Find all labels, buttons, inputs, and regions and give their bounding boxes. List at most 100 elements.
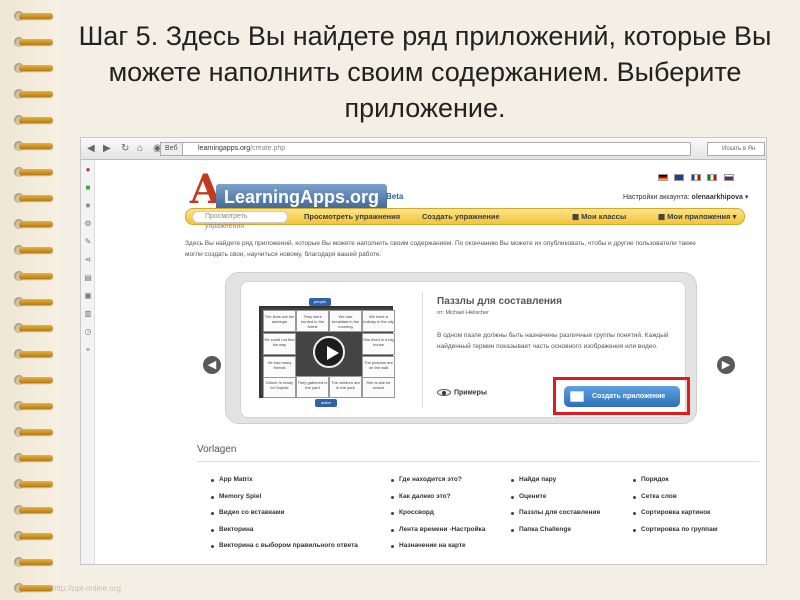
menu-classes-label: Мои классы <box>581 212 627 221</box>
spiral-wire <box>19 455 53 461</box>
template-link[interactable]: Папка Challenge <box>511 522 600 539</box>
menu-browse[interactable]: Просмотреть упражнения <box>304 212 400 221</box>
template-link[interactable]: Как далеко это? <box>391 489 485 506</box>
template-link[interactable]: Паззлы для составления <box>511 505 600 522</box>
url-path: /create.php <box>250 145 286 152</box>
app-icon[interactable]: ● <box>84 166 92 174</box>
create-app-button[interactable]: Создать приложение <box>564 386 680 407</box>
template-link[interactable]: Найди пару <box>511 472 600 489</box>
template-link[interactable]: Кроссворд <box>391 505 485 522</box>
template-link[interactable]: Видео со вставками <box>211 505 358 522</box>
spiral-ring <box>14 476 54 492</box>
spiral-ring <box>14 450 54 466</box>
puzzle-piece[interactable]: They were hunted in the forest <box>296 310 329 332</box>
spiral-wire <box>19 429 53 435</box>
spiral-wire <box>19 117 53 123</box>
carousel-next-button[interactable]: ▶ <box>717 356 735 374</box>
spiral-ring <box>14 398 54 414</box>
spiral-ring <box>14 164 54 180</box>
flag-it-icon[interactable] <box>707 174 718 181</box>
reload-icon[interactable]: ↻ <box>121 143 129 154</box>
edit-icon[interactable]: ✎ <box>84 238 92 246</box>
vorlagen-title: Vorlagen <box>197 444 237 455</box>
image-icon[interactable]: ■ <box>84 184 92 192</box>
share-icon[interactable]: ⋖ <box>84 256 92 264</box>
featured-card: people She is late for school The childre… <box>240 281 690 418</box>
puzzle-preview[interactable]: She is late for school The children are i… <box>259 306 395 398</box>
forward-icon[interactable]: ▶ <box>103 143 111 154</box>
flag-en-icon[interactable] <box>674 174 685 181</box>
template-link[interactable]: Memory Spiel <box>211 489 358 506</box>
gear-icon[interactable]: ⚙ <box>84 220 92 228</box>
menu-create[interactable]: Создать упражнение <box>422 212 500 221</box>
template-link[interactable]: Сортировка картинок <box>633 505 718 522</box>
menu-apps[interactable]: ▦ Мои приложения ▾ <box>658 212 736 221</box>
account-label: Настройки аккаунта: <box>623 194 690 201</box>
template-link[interactable]: Сортировка по группам <box>633 522 718 539</box>
menu-apps-label: Мои приложения <box>667 212 731 221</box>
back-icon[interactable]: ◀ <box>87 143 95 154</box>
spiral-wire <box>19 351 53 357</box>
language-flags <box>656 168 734 186</box>
puzzle-piece[interactable]: He could not find his way <box>263 333 296 355</box>
spiral-ring <box>14 268 54 284</box>
folder-icon[interactable]: ▥ <box>84 310 92 318</box>
puzzle-piece[interactable]: The pictures are on the wall <box>362 356 395 378</box>
spiral-ring <box>14 294 54 310</box>
puzzle-piece[interactable]: We had breakfast in the morning <box>329 310 362 332</box>
template-column-1: App Matrix Memory Spiel Видео со вставка… <box>211 472 358 555</box>
spiral-wire <box>19 299 53 305</box>
puzzle-piece[interactable]: The children are in the park <box>329 376 362 398</box>
template-link[interactable]: Викторина <box>211 522 358 539</box>
spiral-wire <box>19 533 53 539</box>
vorlagen-divider <box>197 461 759 462</box>
intro-text: Здесь Вы найдете ряд приложений, которые… <box>185 240 696 258</box>
url-scheme-chip: Веб <box>160 142 183 156</box>
menu-search-input[interactable]: Просмотреть упражнения <box>192 211 288 230</box>
template-link[interactable]: Оцените <box>511 489 600 506</box>
box-icon[interactable]: ▣ <box>84 292 92 300</box>
spiral-wire <box>19 273 53 279</box>
menu-classes[interactable]: ▦ Мои классы <box>572 212 626 221</box>
carousel-prev-button[interactable]: ◀ <box>203 356 221 374</box>
template-link[interactable]: Назначение на карте <box>391 538 485 555</box>
url-field[interactable]: Веб learningapps.org/create.php <box>160 142 691 156</box>
home-icon[interactable]: ⌂ <box>137 143 143 154</box>
spiral-ring <box>14 86 54 102</box>
template-link[interactable]: Сетка слов <box>633 489 718 506</box>
puzzle-piece[interactable]: He had many friends <box>263 356 296 378</box>
template-link[interactable]: App Matrix <box>211 472 358 489</box>
spiral-ring <box>14 138 54 154</box>
puzzle-piece[interactable]: The lions eat the antelope <box>263 310 296 332</box>
footer-url: http://ppt-online.org <box>52 584 121 593</box>
puzzle-piece[interactable]: We have a holiday in the city <box>362 310 395 332</box>
spiral-wire <box>19 169 53 175</box>
url-domain: learningapps.org <box>198 145 251 152</box>
play-icon[interactable] <box>313 336 345 368</box>
apps-icon: ▦ <box>658 212 668 221</box>
star-icon[interactable]: ★ <box>84 202 92 210</box>
spiral-wire <box>19 403 53 409</box>
clock-icon[interactable]: ◷ <box>84 328 92 336</box>
puzzle-piece[interactable]: She lived in a big house <box>362 333 395 355</box>
eye-icon <box>437 389 451 396</box>
puzzle-piece[interactable]: She is late for school <box>362 376 395 398</box>
flag-fr-icon[interactable] <box>690 174 701 181</box>
puzzle-piece[interactable]: Dinner is ready for Sophie <box>263 376 296 398</box>
spiral-ring <box>14 320 54 336</box>
card-divider <box>422 292 423 408</box>
create-app-label: Создать приложение <box>592 393 666 400</box>
flag-de-icon[interactable] <box>658 174 668 181</box>
template-link[interactable]: Где находится это? <box>391 472 485 489</box>
plus-icon[interactable]: + <box>84 346 92 354</box>
chat-icon[interactable]: ▤ <box>84 274 92 282</box>
browser-search-input[interactable]: Искать в Ян <box>707 142 765 156</box>
account-settings[interactable]: Настройки аккаунта: olenaarkhipova ▾ <box>623 193 748 201</box>
examples-link[interactable]: Примеры <box>437 389 487 396</box>
app-author: от: Michael Hielscher <box>437 310 489 316</box>
flag-ru-icon[interactable] <box>723 174 734 181</box>
puzzle-piece[interactable]: They gathered in the yard <box>296 376 329 398</box>
template-link[interactable]: Порядок <box>633 472 718 489</box>
template-link[interactable]: Лента времени -Настройка <box>391 522 485 539</box>
template-link[interactable]: Викторина с выбором правильного ответа <box>211 538 358 555</box>
